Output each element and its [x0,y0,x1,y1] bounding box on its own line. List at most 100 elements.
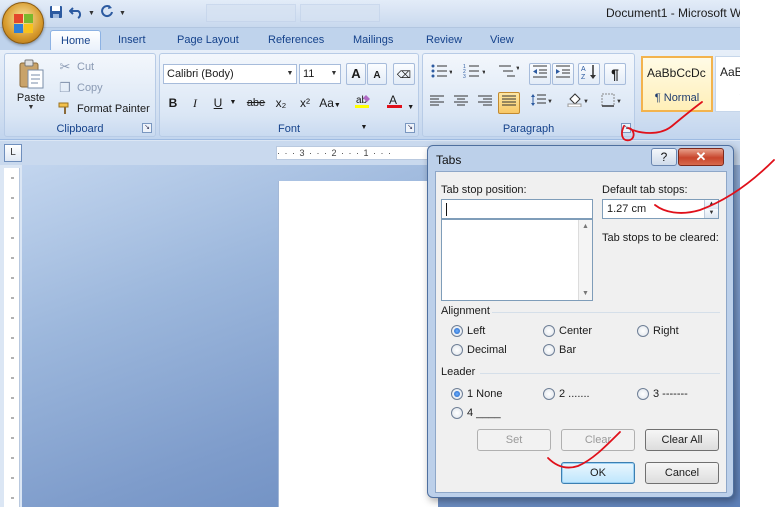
radio-selected-icon [451,388,463,400]
align-center-button[interactable] [450,92,472,114]
radio-unselected-icon [451,344,463,356]
spin-up-icon[interactable]: ▲ [705,200,718,209]
ok-button[interactable]: OK [561,462,635,484]
tab-review[interactable]: Review [416,30,472,50]
underline-dropdown-icon[interactable]: ▼ [228,92,238,114]
font-name-combo[interactable]: Calibri (Body) ▼ [163,64,297,84]
increase-indent-button[interactable] [552,63,574,85]
clear-all-button[interactable]: Clear All [645,429,719,451]
style-no-spacing[interactable]: AaB ¶ No [715,56,740,112]
leader-underline-radio[interactable]: 4 ____ [451,406,501,420]
decrease-indent-button[interactable] [529,63,551,85]
horizontal-ruler[interactable]: · · · 3 · · · 2 · · · 1 · · · [276,146,436,160]
borders-button[interactable]: ▼ [597,92,627,114]
bullets-button[interactable]: ▼ [426,63,456,85]
tab-page-layout[interactable]: Page Layout [167,30,249,50]
grow-font-button[interactable]: A [346,63,366,85]
font-color-icon: A [386,93,407,112]
format-painter-button[interactable]: Format Painter [57,99,150,119]
undo-dropdown-icon[interactable]: ▼ [88,10,95,17]
default-tab-stops-input[interactable]: 1.27 cm ▲ ▼ [602,199,719,219]
default-tab-stops-label: Default tab stops: [602,184,688,196]
help-button[interactable]: ? [651,148,677,166]
office-button[interactable] [2,2,44,44]
numbering-button[interactable]: 1 2 3 ▼ [459,63,489,85]
shading-button[interactable]: ▼ [563,92,593,114]
clipboard-launcher-icon[interactable]: ↘ [142,123,152,133]
tab-references[interactable]: References [258,30,334,50]
tab-stop-list[interactable]: ▲ ▼ [441,219,593,301]
line-spacing-icon: ▼ [530,94,553,110]
leader-none-radio[interactable]: 1 None [451,387,502,401]
style-normal[interactable]: AaBbCcDc ¶ Normal [641,56,713,112]
grow-font-icon: A [351,66,361,81]
scroll-up-icon[interactable]: ▲ [579,220,592,233]
tab-stop-list-scrollbar[interactable]: ▲ ▼ [578,220,592,300]
line-spacing-button[interactable]: ▼ [526,92,556,114]
align-right-button[interactable] [474,92,496,114]
change-case-button[interactable]: Aa▼ [318,92,342,114]
vertical-ruler[interactable] [4,168,20,507]
font-size-dropdown-icon[interactable]: ▼ [328,65,340,83]
alignment-bar-radio[interactable]: Bar [543,343,576,357]
font-size-combo[interactable]: 11 ▼ [299,64,341,84]
tab-stop-position-input[interactable] [441,199,593,219]
tab-view[interactable]: View [480,30,524,50]
italic-button[interactable]: I [185,92,205,114]
tab-insert[interactable]: Insert [108,30,156,50]
scroll-down-icon[interactable]: ▼ [579,287,592,300]
style-no-spacing-name: ¶ No [716,91,740,103]
copy-icon: ❐ [59,80,71,95]
paragraph-launcher-icon[interactable]: ↘ [621,123,631,133]
highlight-button[interactable]: ab ▼ [348,92,380,131]
title-bar: ▼ ▼ Document1 - Microsoft W [0,0,740,28]
set-button[interactable]: Set [477,429,551,451]
tab-mailings[interactable]: Mailings [343,30,403,50]
paste-button[interactable]: Paste ▼ [11,58,51,120]
align-left-button[interactable] [426,92,448,114]
customize-toolbar-icon[interactable]: ▼ [119,10,126,17]
alignment-right-radio[interactable]: Right [637,324,679,338]
font-color-button[interactable]: A ▼ [384,92,416,114]
alignment-center-radio[interactable]: Center [543,324,592,338]
clear-formatting-button[interactable]: ⌫ [393,63,415,85]
paste-dropdown-icon[interactable]: ▼ [11,104,51,111]
superscript-button[interactable]: x² [294,92,316,114]
shrink-font-button[interactable]: A [367,63,387,85]
leader-dots-radio[interactable]: 2 ....... [543,387,590,401]
copy-button[interactable]: ❐ Copy [57,78,103,98]
cut-button[interactable]: ✂ Cut [57,57,95,77]
borders-icon: ▼ [601,93,623,110]
document-page[interactable] [278,181,438,507]
cancel-button[interactable]: Cancel [645,462,719,484]
paintbrush-icon [57,101,73,117]
clear-button[interactable]: Clear [561,429,635,451]
default-tab-stops-spinner[interactable]: ▲ ▼ [704,200,718,218]
redo-icon[interactable] [99,5,115,21]
window-title: Document1 - Microsoft W [606,6,740,20]
bold-button[interactable]: B [163,92,183,114]
tab-selector-button[interactable]: L [4,144,22,162]
underline-button[interactable]: U [208,92,228,114]
save-icon[interactable] [48,5,64,21]
leader-dashes-radio[interactable]: 3 ------- [637,387,688,401]
subscript-button[interactable]: x₂ [270,92,292,114]
alignment-decimal-radio[interactable]: Decimal [451,343,507,357]
spin-down-icon[interactable]: ▼ [705,209,718,218]
sort-button[interactable]: AZ [578,63,600,85]
ribbon: Paste ▼ ✂ Cut ❐ Copy Format Painter Clip… [0,50,740,140]
close-button[interactable]: ✕ [678,148,724,166]
align-center-icon [454,95,468,110]
strikethrough-button[interactable]: abe [244,92,268,114]
justify-button[interactable] [498,92,520,114]
font-launcher-icon[interactable]: ↘ [405,123,415,133]
multilevel-list-button[interactable]: ▼ [493,63,523,85]
show-formatting-marks-button[interactable]: ¶ [604,63,626,85]
clipboard-group-label: Clipboard [56,123,104,135]
font-name-dropdown-icon[interactable]: ▼ [284,65,296,83]
multilevel-list-icon: ▼ [497,65,521,81]
undo-icon[interactable] [68,5,84,21]
tab-home[interactable]: Home [50,30,102,50]
leader-label: Leader [441,366,476,378]
alignment-left-radio[interactable]: Left [451,324,485,338]
